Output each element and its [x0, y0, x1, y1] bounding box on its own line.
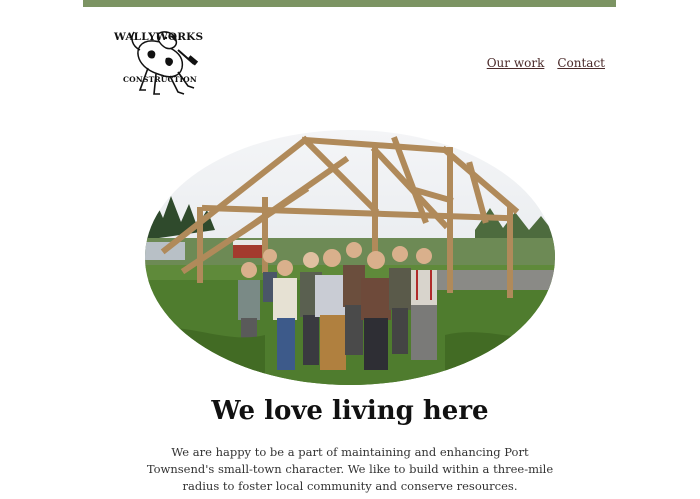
logo-wordmark: WALLYWORKS: [114, 31, 204, 43]
nav-link-contact[interactable]: Contact: [557, 56, 605, 70]
site-logo[interactable]: WALLYWORKS CONSTRUCTION: [112, 28, 207, 106]
logo-subtitle: CONSTRUCTION: [123, 75, 197, 84]
intro-paragraph: We are happy to be a part of maintaining…: [146, 445, 554, 493]
hero-image-team-timber-frame: [145, 130, 555, 385]
top-accent-bar: [83, 0, 616, 7]
main-nav: Our work Contact: [487, 56, 605, 70]
nav-link-our-work[interactable]: Our work: [487, 56, 545, 70]
section-heading: We love living here: [211, 396, 489, 426]
